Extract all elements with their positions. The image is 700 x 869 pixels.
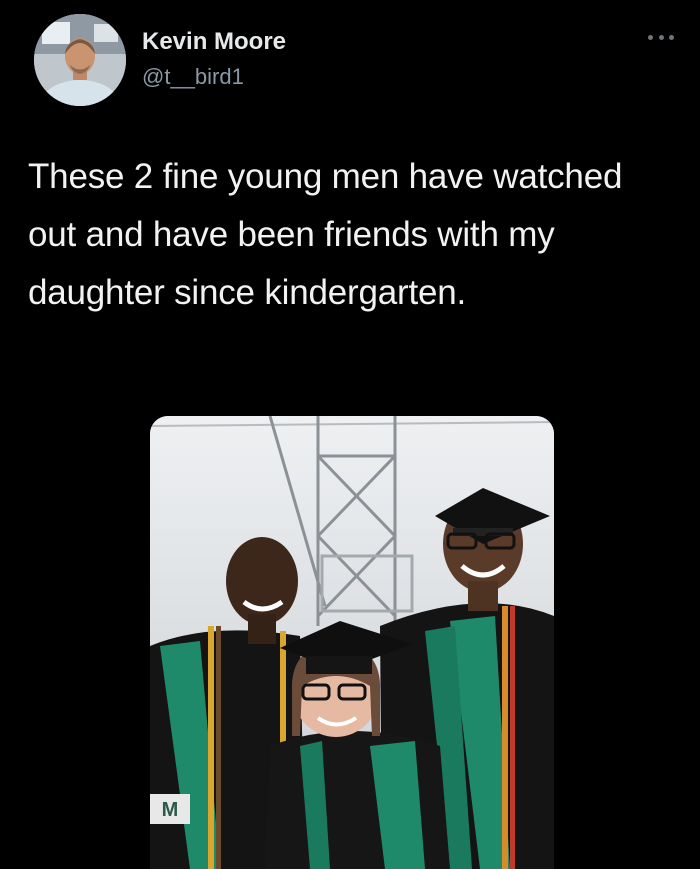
dot xyxy=(658,34,664,40)
dot xyxy=(669,34,674,40)
tweet-text: These 2 fine young men have watched out … xyxy=(28,157,623,312)
author-name[interactable]: Kevin Moore xyxy=(142,28,286,56)
tweet-card: Kevin Moore @t__bird1 These 2 fine young… xyxy=(0,0,700,869)
author-handle[interactable]: @t__bird1 xyxy=(142,64,244,90)
graduation-photo: M xyxy=(150,416,554,869)
banner-logo: M xyxy=(162,799,179,821)
profile-photo-icon xyxy=(34,14,126,106)
dot xyxy=(648,34,653,40)
more-options-icon[interactable] xyxy=(648,32,674,42)
tweet-header: Kevin Moore @t__bird1 xyxy=(34,14,674,106)
tweet-photo[interactable]: M xyxy=(150,416,554,869)
avatar[interactable] xyxy=(34,14,126,106)
